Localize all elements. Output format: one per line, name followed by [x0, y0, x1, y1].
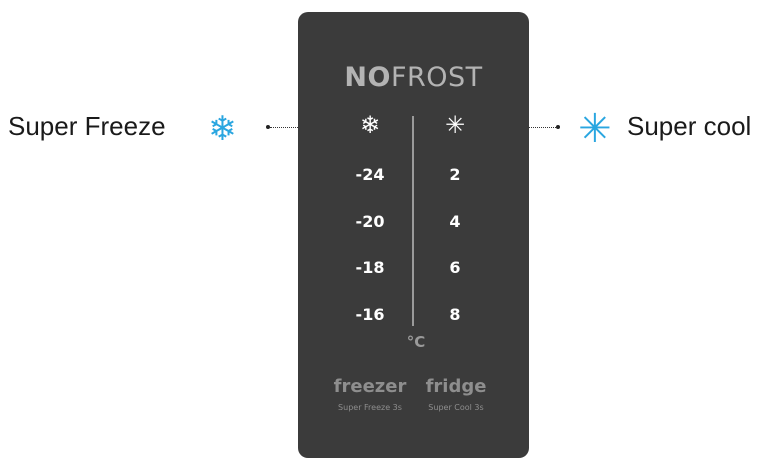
fridge-temp-2: 4 [449, 212, 461, 231]
super-cool-callout-label: Super cool [627, 111, 752, 141]
control-panel: NOFROST ❄ ✳ -24 -20 -18 -16 2 4 6 8 °C f… [298, 12, 529, 458]
freezer-snowflake-icon[interactable]: ❄ [340, 111, 400, 139]
super-freeze-callout-label: Super Freeze [8, 111, 166, 141]
super-freeze-snowflake-icon: ❄ [208, 109, 237, 149]
super-cool-leader-dot [556, 125, 560, 129]
temperature-unit: °C [406, 333, 426, 351]
freezer-hint: Super Freeze 3s [338, 403, 402, 412]
logo-bold-part: NO [344, 62, 391, 93]
panel-divider [412, 116, 414, 326]
fridge-asterisk-icon[interactable]: ✳ [425, 111, 485, 139]
freezer-button[interactable]: freezer [330, 376, 410, 397]
logo-light-part: FROST [390, 62, 483, 93]
fridge-button[interactable]: fridge [416, 376, 496, 397]
freezer-temp-1: -24 [355, 165, 385, 184]
fridge-temp-1: 2 [449, 165, 461, 184]
fridge-temp-3: 6 [449, 258, 461, 277]
freezer-temp-4: -16 [355, 305, 385, 324]
fridge-temp-4: 8 [449, 305, 461, 324]
nofrost-logo: NOFROST [298, 62, 529, 93]
super-cool-asterisk-icon: ✳ [578, 106, 612, 152]
fridge-hint: Super Cool 3s [428, 403, 484, 412]
freezer-temp-3: -18 [355, 258, 385, 277]
freezer-temp-2: -20 [355, 212, 385, 231]
